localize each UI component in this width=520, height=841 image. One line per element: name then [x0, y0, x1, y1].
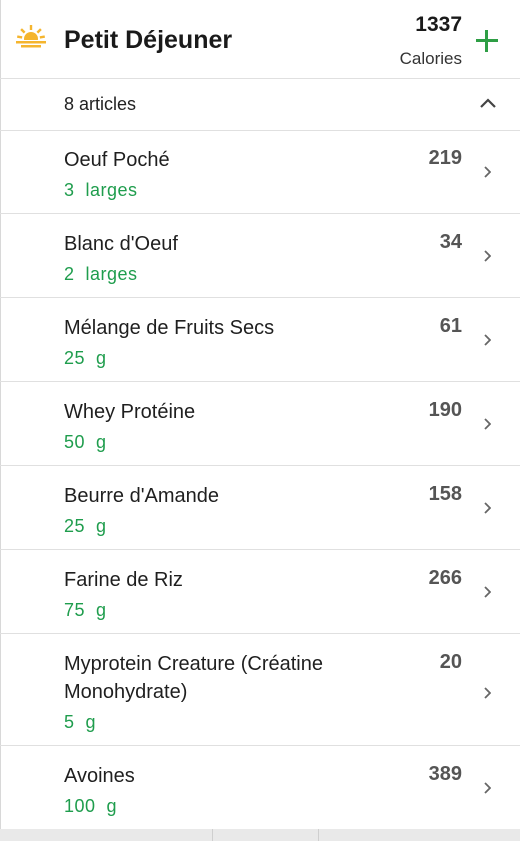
food-name: Mélange de Fruits Secs: [64, 317, 275, 339]
meal-title: Petit Déjeuner: [64, 26, 233, 54]
food-row[interactable]: Avoines 100 g 389: [0, 746, 520, 830]
food-list: Oeuf Poché 3 larges 219 Blanc d'Oeuf 2 l…: [0, 130, 520, 830]
item-count: 8 articles: [64, 94, 137, 114]
food-calories: 219: [428, 147, 462, 169]
food-row[interactable]: Oeuf Poché 3 larges 219: [0, 130, 520, 214]
sunrise-icon: [14, 25, 48, 50]
food-row[interactable]: Mélange de Fruits Secs 25 g 61: [0, 298, 520, 382]
chevron-right-icon: [484, 334, 491, 346]
food-name: Farine de Riz: [64, 569, 183, 591]
food-row[interactable]: Blanc d'Oeuf 2 larges 34: [0, 214, 520, 298]
chevron-right-icon: [484, 782, 491, 794]
chevron-right-icon: [484, 250, 491, 262]
food-calories: 34: [439, 231, 462, 253]
chevron-right-icon: [484, 586, 491, 598]
food-row[interactable]: Whey Protéine 50 g 190: [0, 382, 520, 466]
food-name: Blanc d'Oeuf: [64, 233, 178, 255]
food-quantity: 25 g: [64, 516, 107, 536]
food-name: Beurre d'Amande: [64, 485, 220, 507]
bottom-divider: [318, 829, 319, 841]
food-name: Whey Protéine: [64, 401, 196, 423]
food-quantity: 50 g: [64, 432, 107, 452]
food-calories: 158: [428, 483, 462, 505]
food-row[interactable]: Farine de Riz 75 g 266: [0, 550, 520, 634]
chevron-up-icon[interactable]: [478, 96, 498, 110]
food-calories: 190: [428, 399, 462, 421]
food-name: Avoines: [64, 765, 135, 787]
chevron-right-icon: [484, 502, 491, 514]
items-summary-toggle[interactable]: 8 articles: [0, 78, 520, 131]
chevron-right-icon: [484, 166, 491, 178]
food-name: Oeuf Poché: [64, 149, 170, 171]
calories-label: Calories: [399, 49, 462, 68]
meal-header: Petit Déjeuner 1337 Calories: [0, 0, 520, 79]
chevron-right-icon: [484, 687, 491, 699]
food-calories: 389: [428, 763, 462, 785]
food-quantity: 100 g: [64, 796, 118, 816]
bottom-bar: [0, 829, 520, 841]
food-name: Myprotein Creature (Créatine Monohydrate…: [64, 653, 323, 703]
meal-total-calories: 1337: [415, 13, 462, 36]
food-quantity: 25 g: [64, 348, 107, 368]
food-calories: 20: [439, 651, 462, 673]
food-quantity: 3 larges: [64, 180, 138, 200]
food-row[interactable]: Myprotein Creature (Créatine Monohydrate…: [0, 634, 520, 746]
chevron-right-icon: [484, 418, 491, 430]
food-quantity: 75 g: [64, 600, 107, 620]
food-calories: 266: [428, 567, 462, 589]
food-row[interactable]: Beurre d'Amande 25 g 158: [0, 466, 520, 550]
food-quantity: 2 larges: [64, 264, 138, 284]
plus-icon[interactable]: [474, 28, 500, 54]
bottom-divider: [212, 829, 213, 841]
food-quantity: 5 g: [64, 712, 97, 732]
food-calories: 61: [439, 315, 462, 337]
